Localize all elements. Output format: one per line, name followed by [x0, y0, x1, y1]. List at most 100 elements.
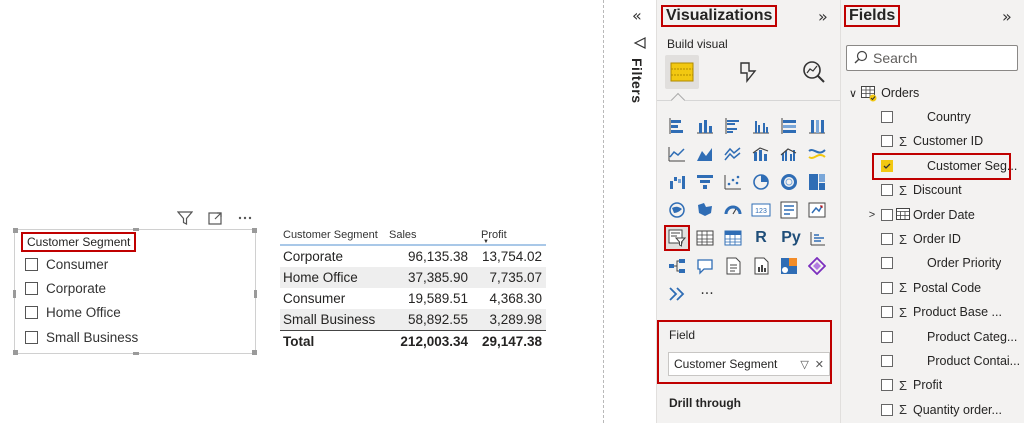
field-item[interactable]: Σ Discount [841, 179, 1024, 201]
checkbox[interactable] [881, 208, 893, 221]
checkbox[interactable] [881, 233, 893, 245]
table-visual[interactable]: Customer Segment Sales Profit ▼ Corporat… [280, 226, 546, 352]
power-apps-icon[interactable] [778, 255, 800, 277]
checkbox[interactable] [881, 135, 893, 148]
column-header-customer-segment[interactable]: Customer Segment [280, 229, 384, 241]
slicer-option-consumer[interactable]: Consumer [25, 254, 108, 274]
paginated-report-icon[interactable] [750, 255, 772, 277]
area-chart-icon[interactable] [694, 143, 716, 165]
treemap-icon[interactable] [806, 171, 828, 193]
chevron-right-icon[interactable]: > [865, 209, 879, 221]
ribbon-chart-icon[interactable] [806, 143, 828, 165]
checkbox[interactable] [25, 305, 38, 319]
checkbox[interactable] [881, 355, 893, 367]
multi-row-card-icon[interactable] [778, 199, 800, 221]
slicer-option-corporate[interactable]: Corporate [25, 278, 106, 298]
line-chart-icon[interactable] [666, 143, 688, 165]
checkbox[interactable] [25, 281, 38, 295]
line-and-clustered-column-chart-icon[interactable] [778, 143, 800, 165]
stacked-area-chart-icon[interactable] [722, 143, 744, 165]
checkbox[interactable] [881, 403, 893, 416]
filter-icon[interactable] [176, 209, 194, 227]
checkbox[interactable] [881, 281, 893, 294]
checkbox[interactable] [881, 184, 893, 197]
column-header-profit[interactable]: Profit ▼ [468, 229, 546, 245]
more-visuals-chevron-icon[interactable] [666, 283, 688, 305]
field-item[interactable]: > Order Date [841, 204, 1024, 226]
collapse-icon[interactable]: « [632, 6, 642, 25]
filled-map-icon[interactable] [694, 199, 716, 221]
field-item[interactable]: Σ Quantity order... [841, 399, 1024, 421]
chevron-down-icon[interactable]: ▽ [800, 358, 808, 371]
gauge-icon[interactable] [722, 199, 744, 221]
slicer-option-small-business[interactable]: Small Business [25, 327, 138, 347]
resize-handle[interactable] [254, 290, 257, 298]
scatter-chart-icon[interactable] [722, 171, 744, 193]
resize-handle[interactable] [133, 228, 139, 231]
field-item[interactable]: Σ Profit [841, 374, 1024, 396]
python-visual-icon[interactable]: Py [778, 227, 804, 249]
tab-analytics[interactable] [797, 55, 831, 89]
resize-handle[interactable] [13, 350, 18, 355]
line-and-stacked-column-chart-icon[interactable] [750, 143, 772, 165]
filters-label[interactable]: Filters [629, 58, 645, 104]
slicer-option-home-office[interactable]: Home Office [25, 302, 121, 322]
decomposition-tree-icon[interactable] [666, 255, 688, 277]
table-node-orders[interactable]: ∨ Orders [849, 84, 919, 102]
checkbox[interactable] [25, 257, 38, 271]
smart-narrative-icon[interactable] [722, 255, 744, 277]
resize-handle[interactable] [133, 352, 139, 355]
field-item[interactable]: Order Priority [841, 252, 1024, 274]
field-item[interactable]: Σ Postal Code [841, 277, 1024, 299]
key-influencers-icon[interactable] [807, 227, 829, 249]
kpi-icon[interactable] [806, 199, 828, 221]
waterfall-chart-icon[interactable] [666, 171, 688, 193]
funnel-chart-icon[interactable] [694, 171, 716, 193]
resize-handle[interactable] [252, 350, 257, 355]
tab-build-visual[interactable] [665, 55, 699, 89]
chevron-down-icon[interactable]: ∨ [849, 87, 857, 100]
checkbox[interactable] [881, 257, 893, 270]
map-icon[interactable] [666, 199, 688, 221]
checkbox[interactable] [881, 379, 893, 392]
drill-through-heading[interactable]: Drill through [669, 396, 741, 410]
expand-icon[interactable]: » [818, 7, 828, 26]
power-automate-icon[interactable] [806, 255, 828, 277]
get-more-visuals-icon[interactable]: ··· [696, 283, 718, 305]
field-item[interactable]: Product Categ... [841, 326, 1024, 348]
filters-pane[interactable]: « Filters [624, 0, 656, 423]
donut-chart-icon[interactable] [778, 171, 800, 193]
scrollbar[interactable] [1016, 80, 1022, 420]
close-icon[interactable]: ✕ [815, 358, 824, 371]
matrix-visual-icon[interactable] [722, 227, 744, 249]
field-well[interactable]: Customer Segment ▽ ✕ [668, 352, 830, 376]
resize-handle[interactable] [13, 290, 16, 298]
more-options-icon[interactable] [236, 209, 254, 227]
pie-chart-icon[interactable] [750, 171, 772, 193]
stacked-bar-100-chart-icon[interactable] [778, 115, 800, 137]
checkbox[interactable] [881, 111, 893, 123]
expand-icon[interactable]: » [1002, 7, 1012, 26]
field-item[interactable]: Σ Customer ID [841, 130, 1024, 152]
field-item[interactable]: Σ Product Base ... [841, 301, 1024, 323]
field-item[interactable]: Product Contai... [841, 350, 1024, 372]
clustered-bar-chart-icon[interactable] [722, 115, 744, 137]
column-header-sales[interactable]: Sales [384, 229, 468, 241]
stacked-column-100-chart-icon[interactable] [806, 115, 828, 137]
card-icon[interactable]: 123 [750, 199, 772, 221]
slicer-visual-icon[interactable] [664, 225, 690, 251]
resize-handle[interactable] [252, 228, 257, 233]
field-item[interactable]: Country [841, 106, 1024, 128]
resize-handle[interactable] [13, 228, 18, 233]
qa-visual-icon[interactable] [694, 255, 716, 277]
r-script-visual-icon[interactable]: R [750, 227, 772, 249]
checkbox[interactable] [881, 330, 893, 343]
tab-format-visual[interactable] [731, 55, 765, 89]
search-input[interactable]: Search [846, 45, 1018, 71]
stacked-bar-chart-icon[interactable] [666, 115, 688, 137]
slicer-visual[interactable]: Customer Segment Consumer Corporate Home… [13, 228, 257, 355]
report-canvas[interactable]: Customer Segment Consumer Corporate Home… [0, 0, 600, 423]
clustered-column-chart-icon[interactable] [750, 115, 772, 137]
table-visual-icon[interactable] [694, 227, 716, 249]
field-item[interactable]: Σ Order ID [841, 228, 1024, 250]
